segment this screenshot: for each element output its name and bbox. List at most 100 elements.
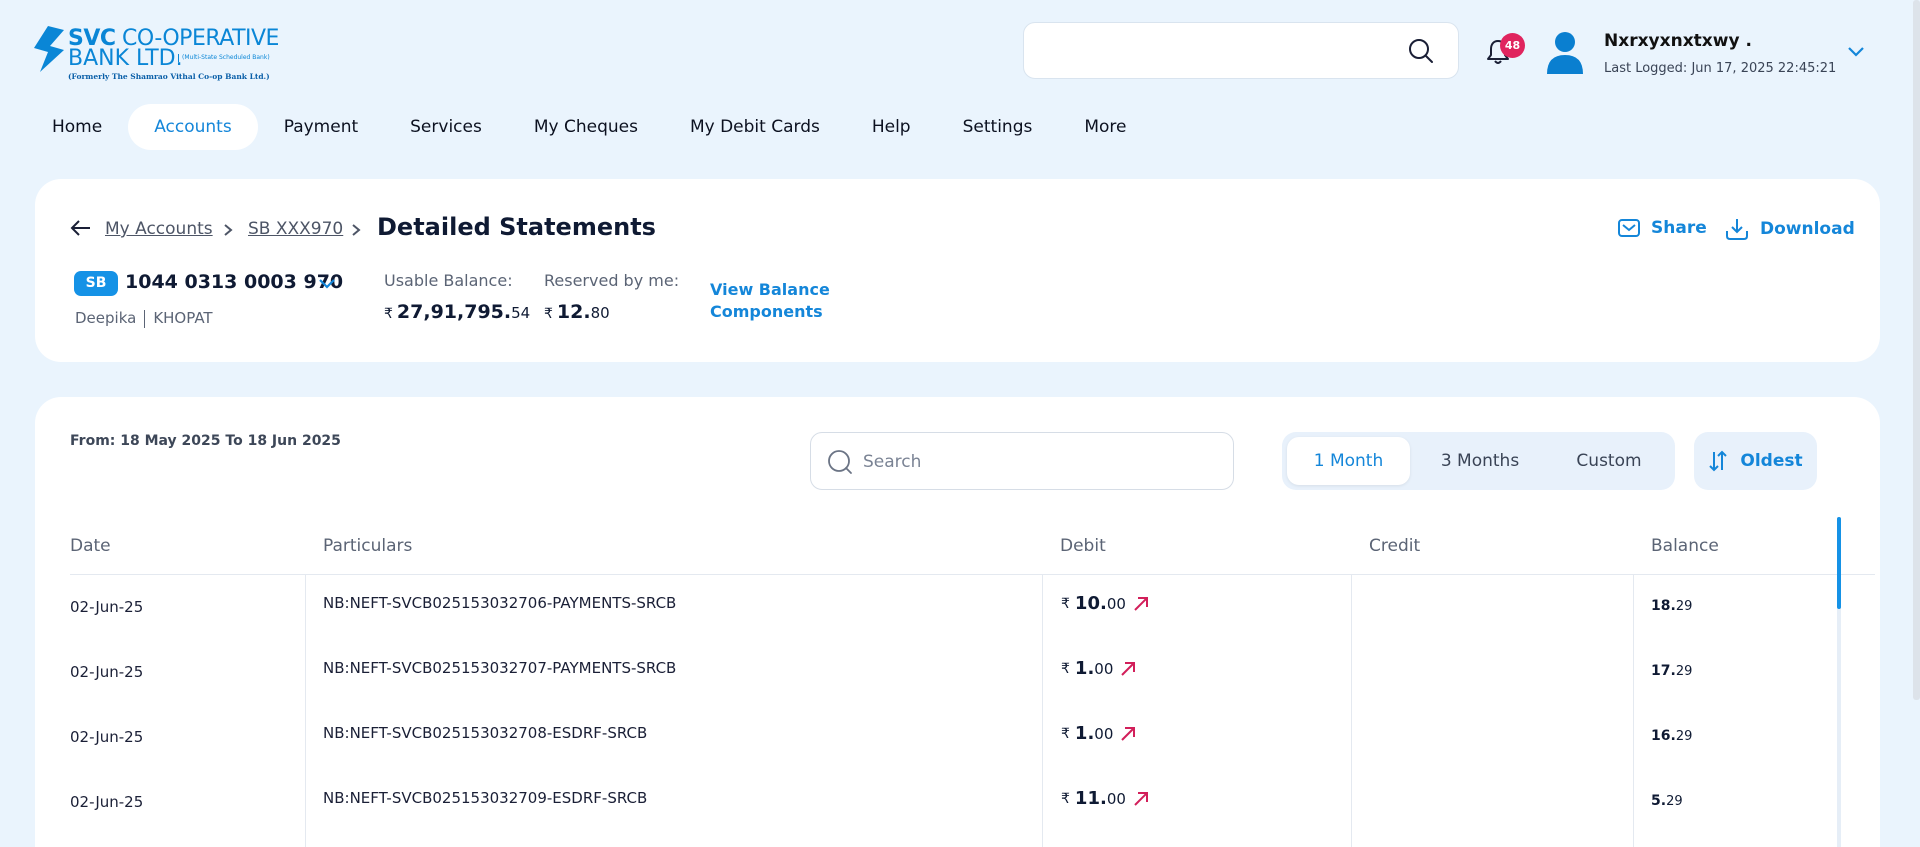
debit-int: 10.: [1074, 593, 1107, 614]
nav-services[interactable]: Services: [390, 104, 502, 150]
row-debit: ₹11. 00: [1061, 788, 1150, 809]
statement-search-field[interactable]: [810, 432, 1234, 490]
usable-balance-value: ₹27,91,795.54: [384, 301, 530, 323]
row-debit: ₹10. 00: [1061, 593, 1150, 614]
view-balance-components-link[interactable]: View Balance Components: [710, 279, 830, 323]
debit-int: 11.: [1074, 788, 1107, 809]
breadcrumb-my-accounts[interactable]: My Accounts: [105, 219, 213, 239]
debit-dec: 00: [1094, 724, 1114, 743]
page-scrollbar[interactable]: [1913, 0, 1920, 700]
row-particulars: NB:NEFT-SVCB025153032709-ESDRF-SRCB: [323, 789, 648, 807]
debit-dec: 00: [1106, 594, 1126, 613]
nav-home[interactable]: Home: [32, 104, 122, 150]
usable-balance-dec: 54: [511, 304, 531, 322]
nav-payment[interactable]: Payment: [264, 104, 378, 150]
user-avatar-icon[interactable]: [1544, 30, 1586, 74]
row-debit: ₹1. 00: [1061, 723, 1137, 744]
currency-symbol: ₹: [544, 306, 553, 322]
currency-symbol: ₹: [1061, 595, 1070, 612]
breadcrumb-account[interactable]: SB XXX970: [248, 219, 343, 239]
column-divider: [305, 575, 306, 847]
nav-my-cheques[interactable]: My Cheques: [514, 104, 658, 150]
user-menu-chevron-down-icon[interactable]: [1846, 44, 1866, 58]
back-arrow-icon[interactable]: [70, 219, 92, 237]
col-date: Date: [70, 536, 111, 556]
balance-int: 17.: [1651, 663, 1676, 679]
reserved-label: Reserved by me:: [544, 271, 680, 290]
debit-arrow-up-right-icon: [1121, 661, 1136, 676]
account-type-badge: SB: [74, 271, 118, 296]
balance-dec: 29: [1675, 729, 1693, 744]
row-debit: ₹1. 00: [1061, 658, 1137, 679]
col-credit: Credit: [1369, 536, 1421, 556]
logo-tag: (Multi-State Scheduled Bank): [178, 54, 270, 62]
currency-symbol: ₹: [1061, 790, 1070, 807]
download-icon: [1726, 219, 1748, 240]
bank-logo[interactable]: SVC CO-OPERATIVE BANK LTD. (Multi-State …: [34, 24, 279, 84]
nav-help[interactable]: Help: [852, 104, 931, 150]
nav-more[interactable]: More: [1064, 104, 1146, 150]
column-divider: [1633, 575, 1634, 847]
account-number: 1044 0313 0003 970: [125, 271, 344, 293]
period-1-month[interactable]: 1 Month: [1287, 437, 1410, 485]
reserved-dec: 80: [590, 304, 610, 322]
account-holder-name: Deepika: [75, 309, 137, 327]
balance-dec: 29: [1666, 794, 1683, 809]
usable-balance-label: Usable Balance:: [384, 271, 513, 290]
period-3-months[interactable]: 3 Months: [1420, 437, 1540, 485]
account-select-chevron-down-icon[interactable]: [318, 277, 336, 289]
row-balance: 17.29: [1651, 663, 1692, 679]
table-header-divider: [70, 574, 1875, 575]
download-button[interactable]: Download: [1724, 217, 1855, 241]
column-divider: [1042, 575, 1043, 847]
sort-oldest-button[interactable]: Oldest: [1694, 432, 1817, 490]
currency-symbol: ₹: [384, 306, 393, 322]
balance-dec: 29: [1675, 664, 1693, 679]
statement-search-input[interactable]: [863, 447, 1203, 477]
currency-symbol: ₹: [1061, 660, 1070, 677]
statement-date-range: From: 18 May 2025 To 18 Jun 2025: [70, 433, 341, 449]
row-particulars: NB:NEFT-SVCB025153032706-PAYMENTS-SRCB: [323, 594, 677, 612]
row-date: 02-Jun-25: [70, 728, 144, 746]
row-particulars: NB:NEFT-SVCB025153032708-ESDRF-SRCB: [323, 724, 648, 742]
share-label: Share: [1651, 218, 1707, 238]
table-scrollbar-thumb[interactable]: [1837, 517, 1841, 609]
currency-symbol: ₹: [1061, 725, 1070, 742]
balance-int: 18.: [1651, 598, 1676, 614]
reserved-value: ₹12.80: [544, 301, 610, 323]
period-selector: 1 Month 3 Months Custom: [1282, 432, 1675, 490]
row-balance: 18.29: [1651, 598, 1692, 614]
balance-dec: 29: [1675, 599, 1693, 614]
debit-arrow-up-right-icon: [1134, 596, 1148, 611]
user-name: Nxrxyxnxtxwy .: [1604, 31, 1752, 51]
account-summary-card: My Accounts SB XXX970 Detailed Statement…: [35, 179, 1880, 362]
col-debit: Debit: [1060, 536, 1106, 556]
last-logged-text: Last Logged: Jun 17, 2025 22:45:21: [1604, 61, 1837, 76]
row-balance: 5.29: [1651, 793, 1683, 809]
debit-arrow-up-right-icon: [1134, 791, 1148, 806]
account-branch: KHOPAT: [153, 309, 213, 327]
page-title: Detailed Statements: [377, 213, 656, 241]
debit-arrow-up-right-icon: [1121, 726, 1136, 741]
search-icon: [828, 450, 852, 474]
nav-accounts[interactable]: Accounts: [128, 104, 258, 150]
period-custom[interactable]: Custom: [1550, 437, 1668, 485]
breadcrumb-chevron-right-icon: [352, 224, 361, 236]
row-date: 02-Jun-25: [70, 793, 144, 811]
search-icon[interactable]: [1408, 38, 1434, 64]
nav-my-debit-cards[interactable]: My Debit Cards: [670, 104, 840, 150]
debit-dec: 00: [1094, 659, 1114, 678]
global-search-input[interactable]: [1023, 22, 1459, 79]
debit-int: 1.: [1074, 658, 1095, 679]
row-particulars: NB:NEFT-SVCB025153032707-PAYMENTS-SRCB: [323, 659, 677, 677]
notification-count-badge[interactable]: 48: [1500, 33, 1525, 58]
account-holder-info: Deepika KHOPAT: [75, 309, 213, 328]
logo-formerly: (Formerly The Shamrao Vithal Co-op Bank …: [68, 72, 270, 81]
sort-arrows-icon: [1709, 450, 1728, 472]
nav-settings[interactable]: Settings: [943, 104, 1053, 150]
main-nav: Home Accounts Payment Services My Cheque…: [32, 104, 1159, 150]
breadcrumb-chevron-right-icon: [224, 224, 233, 236]
debit-int: 1.: [1074, 723, 1095, 744]
debit-dec: 00: [1106, 789, 1126, 808]
share-button[interactable]: Share: [1617, 217, 1707, 239]
